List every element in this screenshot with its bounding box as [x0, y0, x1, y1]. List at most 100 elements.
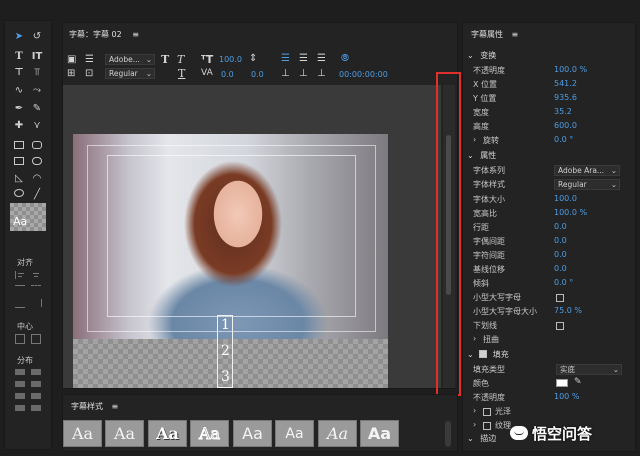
font-style-dropdown[interactable]: Regular ⌄	[105, 68, 155, 79]
style-tile[interactable]: Aa	[148, 420, 187, 447]
wedge-tool-icon[interactable]: ◺	[11, 171, 27, 185]
show-video-icon[interactable]: ⊡	[85, 68, 93, 79]
tab-stops-icon[interactable]: ⊥	[281, 68, 290, 79]
line-tool-icon[interactable]: ╱	[29, 187, 45, 201]
rectangle-tool-icon[interactable]	[14, 141, 24, 149]
rounded-corner-rectangle-tool-icon[interactable]	[32, 157, 42, 165]
center-vertical-icon[interactable]	[31, 334, 41, 344]
chevron-right-icon[interactable]: ›	[473, 334, 476, 343]
align-text-left-icon[interactable]: ☰	[281, 53, 290, 64]
prop-value[interactable]: 100.0	[554, 194, 577, 203]
leading-icon[interactable]: ⇕	[249, 53, 257, 64]
prop-value[interactable]: 0.0	[554, 264, 567, 273]
align-bottom-icon[interactable]	[15, 299, 25, 308]
type-tool-icon[interactable]: T	[11, 49, 27, 63]
rotation-tool-icon[interactable]: ↺	[29, 29, 45, 43]
rounded-rectangle-tool-icon[interactable]	[32, 141, 42, 149]
prop-value[interactable]: 100.0 %	[554, 208, 587, 217]
tab-center-icon[interactable]: ⊥	[299, 68, 308, 79]
bold-icon[interactable]: T	[161, 53, 169, 66]
text-line-2[interactable]: 2	[221, 343, 230, 359]
area-type-tool-icon[interactable]: ⊤	[11, 65, 27, 79]
prop-value[interactable]: 75.0 %	[554, 306, 582, 315]
stroke-section[interactable]: ⌄ 描边	[467, 433, 496, 447]
fill-section[interactable]: ⌄ 填充	[467, 349, 509, 363]
font-size-value[interactable]: 100.0	[219, 55, 242, 64]
transform-section[interactable]: ⌄ 变换	[467, 50, 496, 64]
arc-tool-icon[interactable]: ◠	[29, 171, 45, 185]
font-family-dropdown[interactable]: Adobe... ⌄	[105, 54, 155, 65]
new-title-icon[interactable]: ▣	[67, 54, 76, 65]
vertical-area-type-tool-icon[interactable]: ⫪	[29, 65, 45, 79]
font-size-icon[interactable]: ᵀT	[201, 53, 213, 66]
fill-color-swatch[interactable]	[556, 379, 568, 387]
prop-value[interactable]: 100 %	[554, 392, 579, 401]
leading-value[interactable]: 0.0	[251, 70, 264, 79]
align-left-icon[interactable]	[15, 271, 26, 279]
align-top-icon[interactable]	[15, 285, 25, 294]
prop-value[interactable]: 35.2	[554, 107, 572, 116]
fill-type-select[interactable]: 实底 ⌄	[556, 364, 622, 375]
style-tile[interactable]: Aa	[275, 420, 314, 447]
selection-tool-icon[interactable]: ➤	[11, 29, 27, 43]
style-tile[interactable]: Aa	[63, 420, 102, 447]
ellipse-tool-icon[interactable]	[14, 189, 24, 197]
add-anchor-tool-icon[interactable]: ✚	[11, 118, 27, 132]
chevron-right-icon[interactable]: ›	[473, 135, 476, 144]
chevron-right-icon[interactable]: ›	[473, 406, 476, 415]
clipped-rectangle-tool-icon[interactable]	[14, 157, 24, 165]
text-line-1[interactable]: 1	[221, 317, 230, 333]
fill-checkbox[interactable]	[479, 350, 488, 358]
convert-anchor-tool-icon[interactable]: ⋎	[29, 118, 45, 132]
center-horizontal-icon[interactable]	[15, 334, 25, 344]
align-middle-icon[interactable]	[31, 285, 41, 294]
align-text-center-icon[interactable]: ☰	[299, 53, 308, 64]
sheen-checkbox[interactable]	[483, 408, 491, 416]
small-caps-checkbox[interactable]	[556, 294, 564, 302]
prop-value[interactable]: 600.0	[554, 121, 577, 130]
align-text-right-icon[interactable]: ☰	[317, 53, 326, 64]
font-family-select[interactable]: Adobe Ara... ⌄	[554, 165, 620, 176]
pen-tool-icon[interactable]: ✒	[11, 101, 27, 115]
style-tile[interactable]: Aa	[233, 420, 272, 447]
eyedropper-icon[interactable]: ✎	[574, 377, 582, 387]
prop-value[interactable]: 0.0 °	[554, 135, 573, 144]
style-swatch[interactable]: Aa	[10, 203, 46, 231]
prop-value[interactable]: 100.0 %	[554, 65, 587, 74]
prop-value[interactable]: 0.0	[554, 250, 567, 259]
prop-value[interactable]: 0.0 °	[554, 278, 573, 287]
background-video-icon[interactable]: ⦾	[341, 53, 349, 64]
title-canvas[interactable]: 1 2 3	[63, 85, 441, 388]
templates-icon[interactable]: ⊞	[67, 68, 75, 79]
prop-value[interactable]: 0.0	[554, 222, 567, 231]
chevron-right-icon[interactable]: ›	[473, 420, 476, 429]
tab-right-icon[interactable]: ⊥	[317, 68, 326, 79]
styles-scrollbar[interactable]	[445, 421, 451, 447]
kerning-icon[interactable]: VA	[201, 68, 213, 78]
properties-section[interactable]: ⌄ 属性	[467, 150, 496, 164]
roll-crawl-icon[interactable]: ☰	[85, 54, 94, 65]
style-tile[interactable]: Aa	[360, 420, 399, 447]
underline-icon[interactable]: T	[178, 67, 185, 80]
text-line-3[interactable]: 3	[221, 369, 230, 385]
prop-value[interactable]: 935.6	[554, 93, 577, 102]
align-right-icon[interactable]	[31, 299, 42, 307]
vertical-path-type-tool-icon[interactable]: ⤳	[29, 83, 45, 97]
style-tile[interactable]: Aa	[190, 420, 229, 447]
title-panel-menu-icon[interactable]: ≡	[132, 30, 139, 39]
styles-panel-menu-icon[interactable]: ≡	[112, 402, 119, 411]
style-tile[interactable]: Aa	[105, 420, 144, 447]
align-center-h-icon[interactable]	[31, 271, 41, 279]
prop-value[interactable]: 541.2	[554, 79, 577, 88]
timecode-value[interactable]: 00:00:00:00	[339, 70, 388, 79]
delete-anchor-tool-icon[interactable]: ✎	[29, 101, 45, 115]
prop-value[interactable]: 0.0	[554, 236, 567, 245]
kerning-value[interactable]: 0.0	[221, 70, 234, 79]
font-style-select[interactable]: Regular ⌄	[554, 179, 620, 190]
texture-checkbox[interactable]	[483, 422, 491, 430]
italic-icon[interactable]: T	[177, 53, 184, 66]
style-tile[interactable]: Aa	[318, 420, 357, 447]
vertical-type-tool-icon[interactable]: IT	[29, 49, 45, 63]
path-type-tool-icon[interactable]: ∿	[11, 83, 27, 97]
underline-checkbox[interactable]	[556, 322, 564, 330]
